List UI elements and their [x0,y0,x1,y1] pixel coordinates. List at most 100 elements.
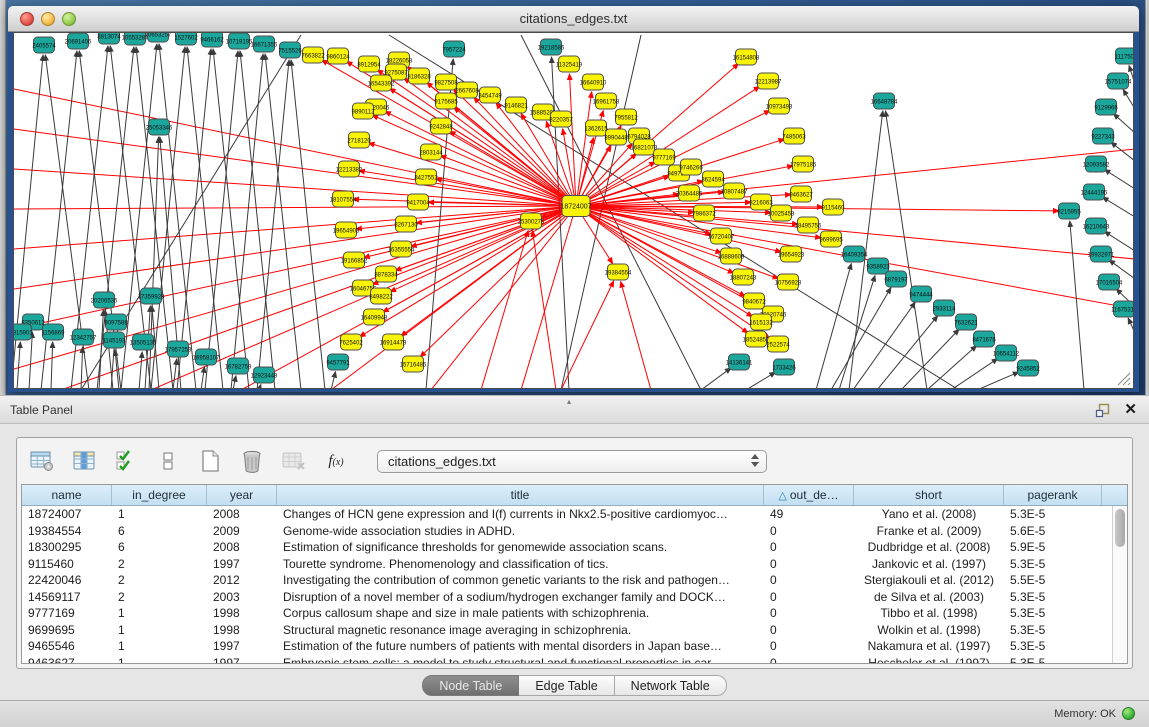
table-cell[interactable]: 5.3E-5 [1004,655,1102,664]
table-cell[interactable]: Genome-wide association studies in ADHD. [277,523,764,540]
table-cell[interactable]: Embryonic stem cells: a model to study s… [277,655,764,664]
table-cell[interactable]: 1 [112,605,207,622]
table-cell[interactable]: 14569117 [22,589,112,606]
table-cell[interactable]: 0 [764,655,854,664]
table-cell[interactable]: 2009 [207,523,277,540]
table-cell[interactable]: 2 [112,589,207,606]
new-table-icon[interactable] [195,447,225,475]
table-row[interactable]: 1830029562008Estimation of significance … [22,539,1127,556]
memory-ok-icon[interactable] [1122,707,1135,720]
table-row[interactable]: 1938455462009Genome-wide association stu… [22,523,1127,540]
table-cell[interactable]: Jankovic et al. (1997) [854,556,1004,573]
table-cell[interactable]: Franke et al. (2009) [854,523,1004,540]
resize-grip-icon[interactable] [1115,370,1131,386]
show-column-icon[interactable] [69,447,99,475]
table-cell[interactable]: 0 [764,539,854,556]
table-cell[interactable]: Investigating the contribution of common… [277,572,764,589]
table-cell[interactable]: 6 [112,523,207,540]
vertical-scrollbar[interactable] [1112,506,1127,663]
table-cell[interactable]: 9115460 [22,556,112,573]
delete-table-icon[interactable] [279,447,309,475]
table-cell[interactable]: 5.6E-5 [1004,523,1102,540]
column-header-name[interactable]: name [22,485,112,505]
table-cell[interactable]: 2 [112,556,207,573]
table-cell[interactable]: 2008 [207,539,277,556]
table-cell[interactable]: Nakamura et al. (1997) [854,638,1004,655]
table-settings-icon[interactable] [27,447,57,475]
float-panel-icon[interactable] [1095,403,1110,418]
select-rows-icon[interactable] [111,447,141,475]
table-cell[interactable]: Changes of HCN gene expression and I(f) … [277,506,764,523]
table-cell[interactable]: Corpus callosum shape and size in male p… [277,605,764,622]
table-cell[interactable]: 1 [112,655,207,664]
table-cell[interactable]: 0 [764,638,854,655]
table-cell[interactable]: 18300295 [22,539,112,556]
table-cell[interactable]: 18724007 [22,506,112,523]
tab-network-table[interactable]: Network Table [615,675,727,696]
table-selector-dropdown[interactable]: citations_edges.txt [377,450,767,473]
table-cell[interactable]: 0 [764,556,854,573]
table-cell[interactable]: 5.3E-5 [1004,589,1102,606]
splitter-collapse-icon[interactable]: ▴ [567,397,571,406]
table-cell[interactable]: Dudbridge et al. (2008) [854,539,1004,556]
table-cell[interactable]: 19384554 [22,523,112,540]
table-cell[interactable]: Wolkin et al. (1998) [854,622,1004,639]
table-cell[interactable]: Structural magnetic resonance image aver… [277,622,764,639]
table-cell[interactable]: 0 [764,523,854,540]
network-window-titlebar[interactable]: citations_edges.txt [8,6,1139,32]
delete-rows-icon[interactable] [237,447,267,475]
network-canvas[interactable]: 2405574206914068813074105532871065325715… [13,32,1134,389]
table-cell[interactable]: Disruption of a novel member of a sodium… [277,589,764,606]
table-cell[interactable]: Stergiakouli et al. (2012) [854,572,1004,589]
table-cell[interactable]: 5.3E-5 [1004,605,1102,622]
table-cell[interactable]: 9463627 [22,655,112,664]
column-header-out_de[interactable]: △out_de… [764,485,854,505]
table-cell[interactable]: de Silva et al. (2003) [854,589,1004,606]
table-row[interactable]: 946362711997Embryonic stem cells: a mode… [22,655,1127,664]
table-cell[interactable]: 6 [112,539,207,556]
table-cell[interactable]: 1 [112,506,207,523]
table-row[interactable]: 977716911998Corpus callosum shape and si… [22,605,1127,622]
table-cell[interactable]: 0 [764,622,854,639]
table-cell[interactable]: 2012 [207,572,277,589]
table-cell[interactable]: 0 [764,605,854,622]
column-header-title[interactable]: title [277,485,764,505]
table-row[interactable]: 946554611997Estimation of the future num… [22,638,1127,655]
table-cell[interactable]: Yano et al. (2008) [854,506,1004,523]
scrollbar-thumb[interactable] [1115,509,1125,547]
tab-node-table[interactable]: Node Table [422,675,519,696]
table-cell[interactable]: 2003 [207,589,277,606]
column-header-short[interactable]: short [854,485,1004,505]
table-cell[interactable]: 2008 [207,506,277,523]
table-cell[interactable]: 22420046 [22,572,112,589]
table-cell[interactable]: 49 [764,506,854,523]
table-cell[interactable]: 5.3E-5 [1004,622,1102,639]
column-header-in_degree[interactable]: in_degree [112,485,207,505]
table-cell[interactable]: 9465546 [22,638,112,655]
table-cell[interactable]: 1 [112,638,207,655]
table-cell[interactable]: 1 [112,622,207,639]
table-cell[interactable]: Tourette syndrome. Phenomenology and cla… [277,556,764,573]
table-cell[interactable]: 0 [764,589,854,606]
table-cell[interactable]: 1997 [207,556,277,573]
close-panel-icon[interactable]: ✕ [1124,401,1137,419]
table-cell[interactable]: 5.3E-5 [1004,506,1102,523]
table-cell[interactable]: 5.3E-5 [1004,638,1102,655]
table-cell[interactable]: Estimation of significance thresholds fo… [277,539,764,556]
table-row[interactable]: 1456911722003Disruption of a novel membe… [22,589,1127,606]
table-row[interactable]: 969969511998Structural magnetic resonanc… [22,622,1127,639]
table-cell[interactable]: 5.5E-5 [1004,572,1102,589]
table-cell[interactable]: 5.3E-5 [1004,556,1102,573]
table-cell[interactable]: 9777169 [22,605,112,622]
table-cell[interactable]: 1997 [207,638,277,655]
table-cell[interactable]: 5.9E-5 [1004,539,1102,556]
table-cell[interactable]: 0 [764,572,854,589]
column-header-pagerank[interactable]: pagerank [1004,485,1102,505]
table-panel-header[interactable]: Table Panel ▴ ✕ [0,395,1149,424]
column-header-year[interactable]: year [207,485,277,505]
row-height-icon[interactable] [153,447,183,475]
table-cell[interactable]: 1998 [207,605,277,622]
table-row[interactable]: 911546021997Tourette syndrome. Phenomeno… [22,556,1127,573]
table-cell[interactable]: 2 [112,572,207,589]
table-cell[interactable]: Tibbo et al. (1998) [854,605,1004,622]
